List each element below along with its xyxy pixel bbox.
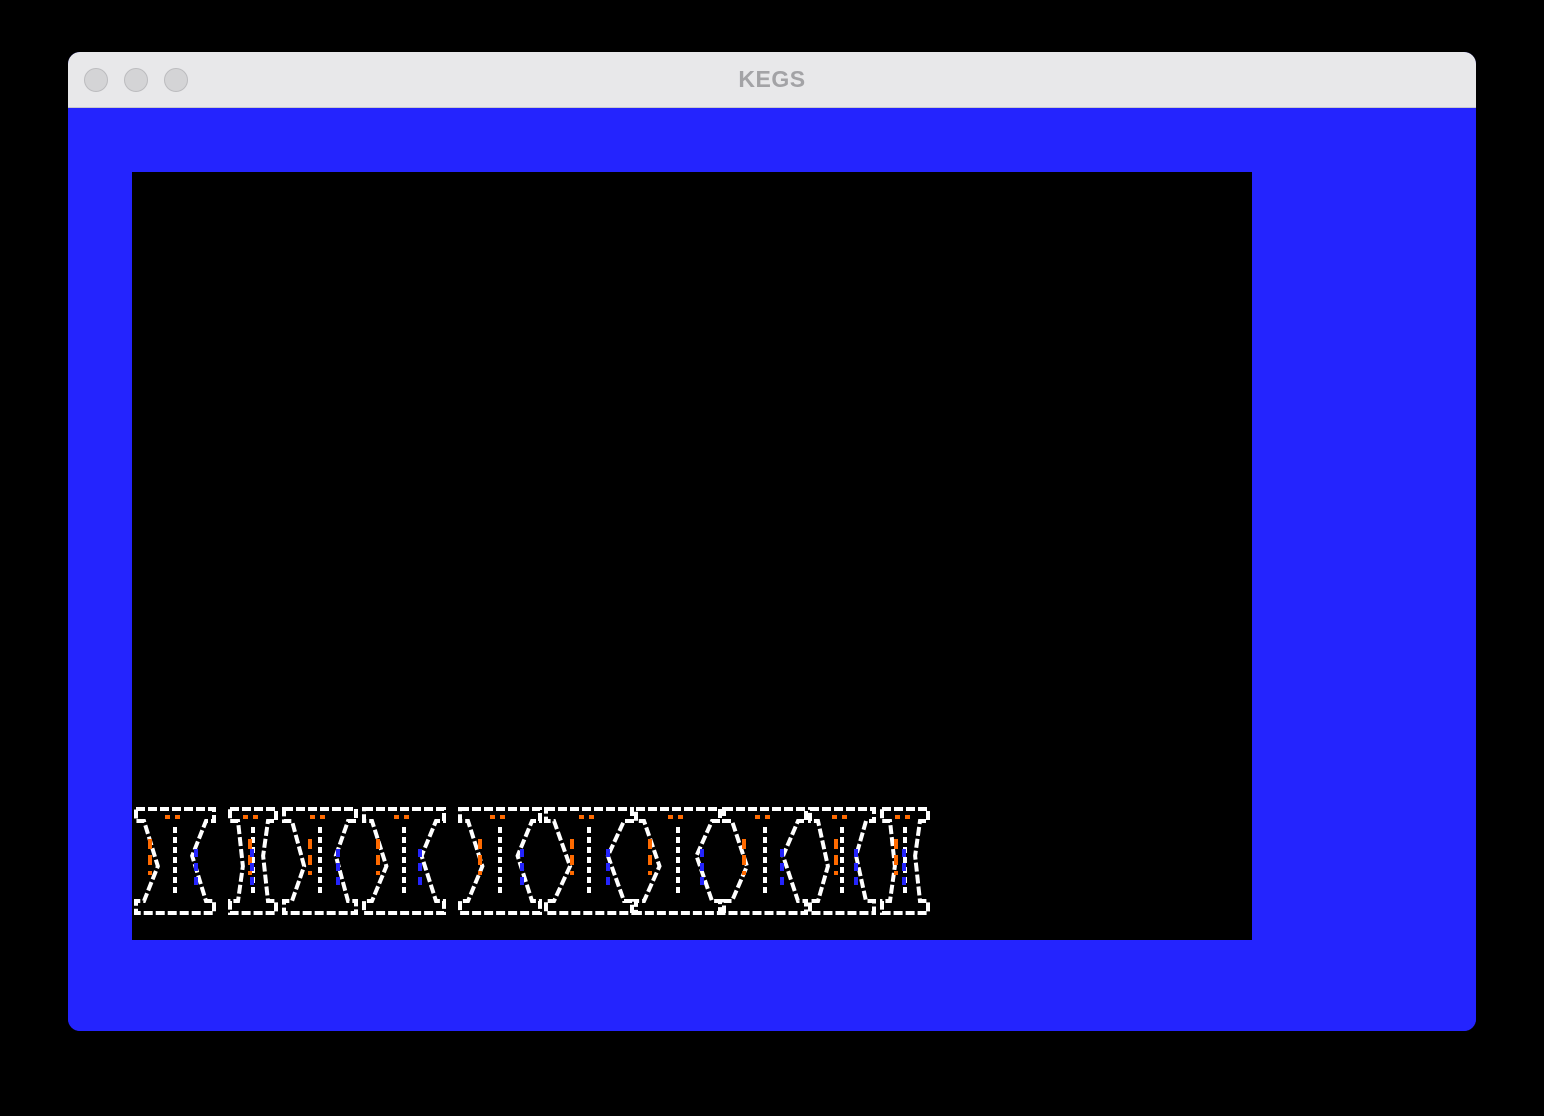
emulator-border[interactable] [68,108,1476,1031]
hires-banner-graphic [134,805,932,921]
emulator-screen[interactable] [132,172,1252,940]
title-bar[interactable]: KEGS [68,52,1476,108]
banner-svg [134,807,930,915]
kegs-window: KEGS [68,52,1476,1031]
window-title: KEGS [738,66,806,92]
